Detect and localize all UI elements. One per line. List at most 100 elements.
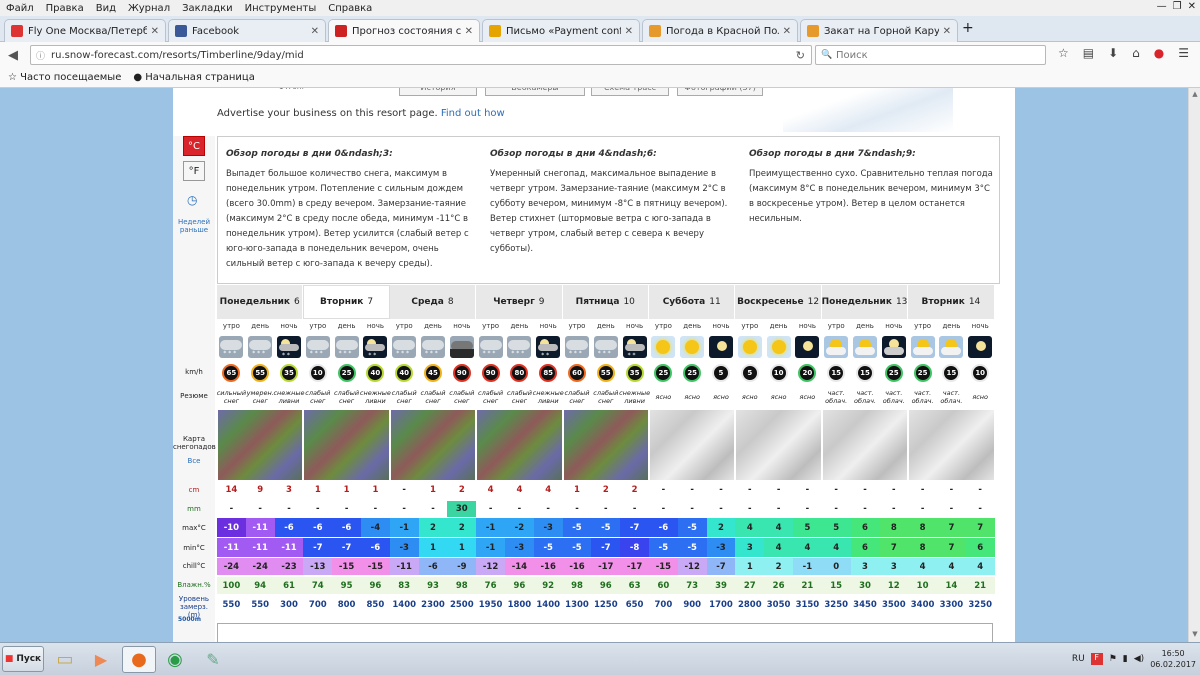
- tab-close-icon[interactable]: ✕: [783, 26, 791, 37]
- humidity-cell: 60: [649, 577, 678, 594]
- explorer-icon[interactable]: ▭: [48, 646, 82, 673]
- menu-item[interactable]: Файл: [6, 3, 34, 14]
- tab-close-icon[interactable]: ✕: [151, 26, 159, 37]
- menu-item[interactable]: Справка: [328, 3, 372, 14]
- freezing-level-cell: 1800: [505, 595, 534, 615]
- reload-icon[interactable]: ↻: [796, 49, 805, 62]
- weather-summary-cell: част. облач.: [825, 389, 848, 405]
- flag-icon[interactable]: ⚑: [1109, 654, 1117, 664]
- search-input[interactable]: 🔍 Поиск: [815, 45, 1046, 65]
- browser-tab[interactable]: Facebook ✕: [168, 19, 326, 42]
- snowfall-map[interactable]: [390, 410, 476, 480]
- celsius-button[interactable]: °C: [183, 136, 205, 156]
- snowfall-map[interactable]: [304, 410, 389, 480]
- time-of-day: утро: [654, 322, 672, 330]
- humidity-cell: 12: [879, 577, 909, 594]
- tab-title: Письмо «Payment confirmatio...: [506, 25, 621, 37]
- bookmark-star-icon[interactable]: ☆: [1058, 46, 1069, 60]
- day-header[interactable]: Понедельник 6: [217, 285, 304, 319]
- day-header[interactable]: Вторник 7: [303, 285, 390, 319]
- scroll-up-icon[interactable]: ▲: [1190, 90, 1200, 100]
- menu-item[interactable]: Закладки: [182, 3, 233, 14]
- tab-close-icon[interactable]: ✕: [943, 26, 951, 37]
- wind-arrow-icon: 55: [251, 363, 270, 382]
- photos-button[interactable]: Фотографии (37): [677, 88, 763, 96]
- snowfall-map[interactable]: [477, 410, 562, 480]
- home-icon[interactable]: ⌂: [1132, 46, 1140, 60]
- clock-icon[interactable]: ◷: [187, 193, 197, 207]
- volume-icon[interactable]: ◀): [1134, 654, 1144, 664]
- browser-tab[interactable]: Закат на Горной Карусели - ... ✕: [800, 19, 958, 42]
- rain-cell: -: [892, 504, 896, 514]
- bookmark-home[interactable]: ● Начальная страница: [133, 72, 255, 83]
- close-icon[interactable]: ✕: [1188, 1, 1196, 12]
- menu-icon[interactable]: ☰: [1178, 46, 1189, 60]
- webcams-button[interactable]: Вебкамеры: [485, 88, 585, 96]
- snowfall-map[interactable]: [218, 410, 303, 480]
- day-header[interactable]: Пятница 10: [562, 285, 649, 319]
- day-header[interactable]: Четверг 9: [476, 285, 563, 319]
- menu-item[interactable]: Вид: [96, 3, 116, 14]
- browser-tab[interactable]: Письмо «Payment confirmatio... ✕: [482, 19, 640, 42]
- paint-icon[interactable]: ✎: [196, 646, 230, 673]
- day-header[interactable]: Воскресенье 12: [735, 285, 822, 319]
- weather-summary-cell: сильный снег: [216, 389, 247, 405]
- snow-cell: -: [719, 485, 723, 495]
- day-header[interactable]: Понедельник 13: [822, 285, 909, 319]
- download-icon[interactable]: ⬇: [1108, 46, 1118, 60]
- snowfall-map[interactable]: [650, 410, 735, 480]
- history-button[interactable]: История: [399, 88, 477, 96]
- page-scrollbar[interactable]: ▲ ▼: [1188, 88, 1200, 642]
- scroll-down-icon[interactable]: ▼: [1190, 630, 1200, 640]
- chrome-icon[interactable]: ◉: [158, 646, 192, 673]
- reading-list-icon[interactable]: ▤: [1083, 46, 1094, 60]
- firefox-icon[interactable]: ●: [122, 646, 156, 673]
- snow-cell: -: [949, 485, 954, 495]
- humidity-cell: 73: [677, 577, 707, 594]
- rain-cell: -: [978, 504, 982, 514]
- trail-map-button[interactable]: Схема трасс: [591, 88, 669, 96]
- weather-snow-icon: * * *: [505, 333, 534, 361]
- tab-close-icon[interactable]: ✕: [465, 26, 473, 37]
- maximize-icon[interactable]: ❐: [1173, 1, 1182, 12]
- menu-item[interactable]: Инструменты: [245, 3, 317, 14]
- browser-tab[interactable]: Прогноз состояния снега и ... ✕: [328, 19, 480, 42]
- language-indicator[interactable]: RU: [1072, 654, 1085, 664]
- clock[interactable]: 16:50 06.02.2017: [1150, 648, 1196, 670]
- rain-cell: -: [661, 504, 666, 514]
- menu-item[interactable]: Правка: [46, 3, 84, 14]
- adblock-icon[interactable]: ●: [1154, 46, 1164, 60]
- fahrenheit-button[interactable]: °F: [183, 161, 205, 181]
- rain-cell: -: [287, 504, 291, 514]
- wind-cell: 10: [764, 362, 793, 383]
- wind-cell: 40: [390, 362, 419, 383]
- tab-close-icon[interactable]: ✕: [311, 26, 319, 37]
- earlier-link[interactable]: Неделей раньше: [176, 218, 212, 234]
- url-field[interactable]: ⓘ ru.snow-forecast.com/resorts/Timberlin…: [30, 45, 812, 65]
- menu-item[interactable]: Журнал: [128, 3, 170, 14]
- media-player-icon[interactable]: ▶: [84, 646, 118, 673]
- chill-cell: 3: [850, 558, 880, 575]
- tab-close-icon[interactable]: ✕: [625, 26, 633, 37]
- start-button[interactable]: ■ Пуск: [2, 646, 44, 672]
- flashget-icon[interactable]: F: [1090, 653, 1103, 665]
- max-temp-cell: -6: [649, 518, 678, 537]
- day-header[interactable]: Среда 8: [389, 285, 477, 319]
- snowfall-map[interactable]: [563, 410, 648, 480]
- browser-tab[interactable]: Fly One Москва/Петербург-... ✕: [4, 19, 166, 42]
- new-tab-button[interactable]: +: [962, 20, 974, 36]
- browser-tab[interactable]: Погода в Красной Поляне - ... ✕: [642, 19, 798, 42]
- humidity-cell: 98: [562, 577, 592, 594]
- bookmark-frequent[interactable]: ☆ Часто посещаемые: [8, 72, 121, 83]
- snowfall-map[interactable]: [736, 410, 821, 480]
- map-all-link[interactable]: Все: [173, 457, 215, 465]
- minimize-icon[interactable]: —: [1157, 1, 1167, 12]
- back-icon[interactable]: ◀: [8, 48, 18, 63]
- day-header[interactable]: Суббота 11: [649, 285, 736, 319]
- snowfall-map[interactable]: [822, 410, 908, 480]
- snow-cell: 9: [257, 485, 264, 495]
- network-icon[interactable]: ▮: [1123, 654, 1128, 664]
- day-header[interactable]: Вторник 14: [908, 285, 995, 319]
- snowfall-map[interactable]: [909, 410, 994, 480]
- advert-link[interactable]: Find out how: [441, 108, 505, 119]
